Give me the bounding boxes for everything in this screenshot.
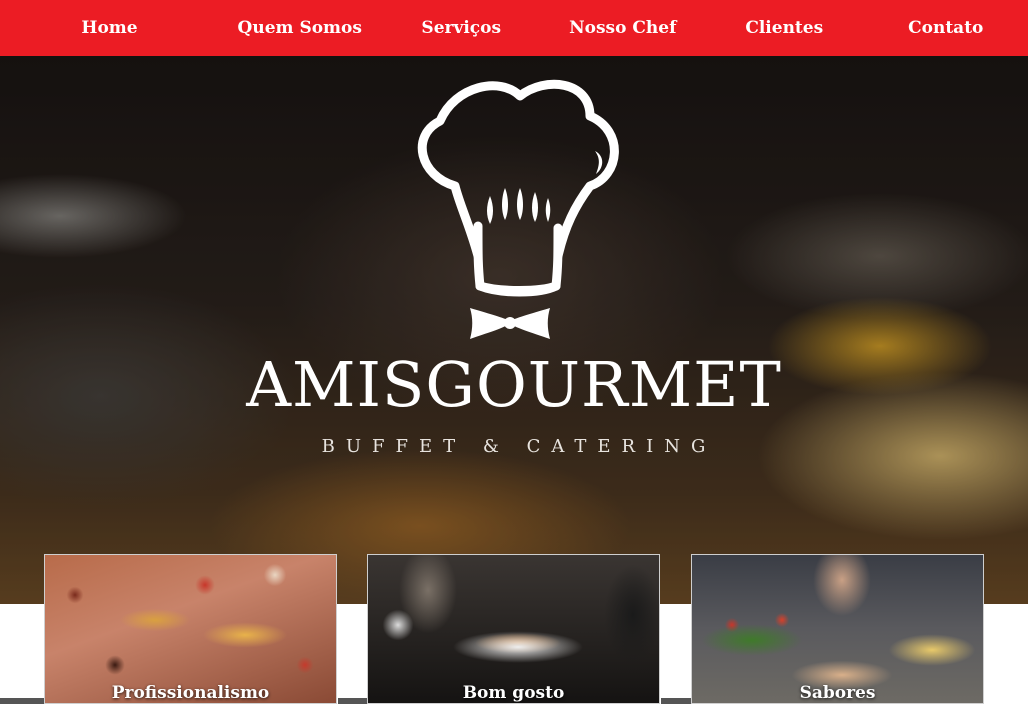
hero-banner: AMISGOURMET BUFFET & CATERING [0,56,1028,604]
chef-hat-icon [417,79,619,339]
feature-card-sabores[interactable]: Sabores [691,554,984,704]
nav-item-quem-somos[interactable]: Quem Somos [219,18,381,38]
nav-item-home[interactable]: Home [0,18,219,38]
brand-tagline: BUFFET & CATERING [321,436,717,457]
nav-item-servicos[interactable]: Serviços [381,18,543,38]
plated-dish-photo [368,555,659,703]
feature-card-label: Profissionalismo [111,683,270,703]
divider [338,698,367,704]
buffet-photo [692,555,983,703]
feature-card-bom-gosto[interactable]: Bom gosto [367,554,660,704]
feature-card-label: Bom gosto [462,683,565,703]
nav-item-nosso-chef[interactable]: Nosso Chef [542,18,704,38]
feature-card-profissionalismo[interactable]: Profissionalismo [44,554,337,704]
brand-name: AMISGOURMET [246,348,782,421]
appetizer-photo [45,555,336,703]
nav-item-contato[interactable]: Contato [865,18,1027,38]
divider [661,698,691,704]
main-nav: Home Quem Somos Serviços Nosso Chef Clie… [0,0,1028,56]
feature-card-label: Sabores [799,683,876,703]
bow-tie-icon [470,308,550,339]
nav-item-clientes[interactable]: Clientes [704,18,866,38]
divider [0,698,44,704]
